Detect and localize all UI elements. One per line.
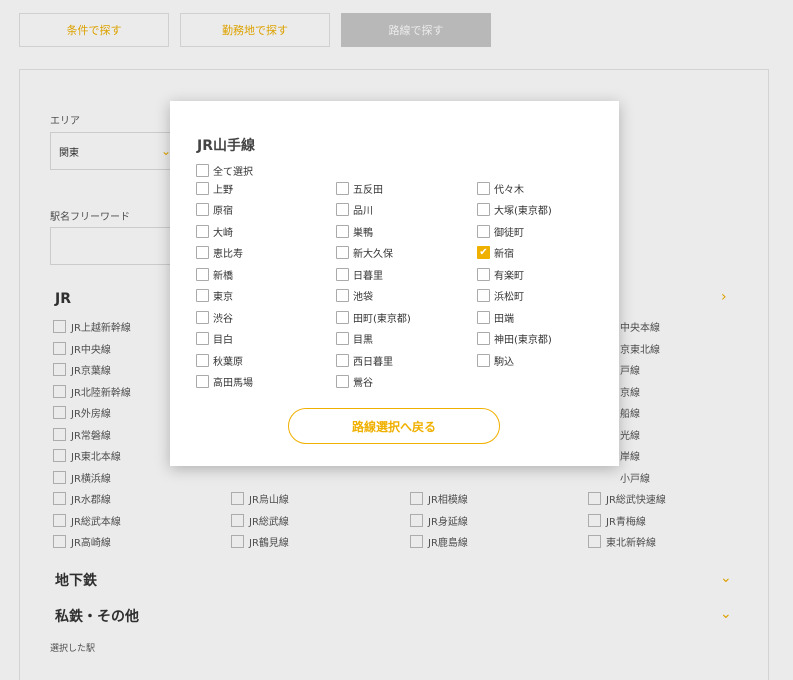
checkbox-icon[interactable] bbox=[477, 203, 490, 216]
station-label: 有楽町 bbox=[494, 270, 524, 282]
back-to-line-select-button[interactable]: 路線選択へ戻る bbox=[288, 408, 500, 444]
station-checkbox[interactable]: 渋谷 bbox=[196, 309, 233, 325]
checkbox-icon[interactable] bbox=[336, 181, 349, 195]
station-label: 目白 bbox=[213, 335, 233, 346]
checkbox-icon[interactable] bbox=[196, 246, 209, 259]
station-label: 西日暮里 bbox=[353, 356, 393, 368]
station-checkbox[interactable]: 田町(東京都) bbox=[336, 309, 411, 325]
checkbox-icon[interactable] bbox=[477, 267, 490, 281]
checkbox-icon[interactable] bbox=[336, 267, 349, 281]
station-checkbox[interactable]: 西日暮里 bbox=[336, 352, 393, 368]
station-checkbox[interactable]: 新大久保 bbox=[336, 245, 393, 261]
station-checkbox[interactable]: 東京 bbox=[196, 288, 233, 304]
station-checkbox[interactable]: 日暮里 bbox=[336, 266, 383, 282]
station-checkbox[interactable]: 目黒 bbox=[336, 331, 373, 347]
station-label: 巣鴨 bbox=[353, 227, 373, 239]
checkbox-icon[interactable] bbox=[477, 224, 490, 238]
station-label: 田端 bbox=[494, 313, 514, 325]
station-checkbox[interactable]: 品川 bbox=[336, 202, 373, 218]
station-label: 大塚(東京都) bbox=[494, 206, 552, 217]
station-checkbox[interactable]: 御徒町 bbox=[477, 223, 524, 239]
select-all-checkbox[interactable]: 全て選択 bbox=[196, 162, 253, 178]
station-checkbox[interactable]: 五反田 bbox=[336, 180, 383, 196]
checkbox-icon[interactable] bbox=[336, 246, 349, 259]
checkbox-icon[interactable] bbox=[336, 310, 349, 324]
checkbox-icon[interactable] bbox=[196, 267, 209, 281]
station-checkbox[interactable]: 浜松町 bbox=[477, 288, 524, 304]
checkbox-icon[interactable] bbox=[336, 332, 349, 345]
station-checkbox[interactable]: 大崎 bbox=[196, 223, 233, 239]
station-checkbox[interactable]: 田端 bbox=[477, 309, 514, 325]
station-checkbox[interactable]: 恵比寿 bbox=[196, 245, 243, 261]
checkbox-icon[interactable] bbox=[477, 353, 490, 367]
checkbox-icon[interactable] bbox=[477, 332, 490, 345]
station-label: 上野 bbox=[213, 184, 233, 196]
station-label: 代々木 bbox=[494, 184, 524, 196]
station-checkbox[interactable]: 駒込 bbox=[477, 352, 514, 368]
station-label: 池袋 bbox=[353, 292, 373, 303]
checkbox-icon[interactable] bbox=[196, 332, 209, 345]
checkbox-icon[interactable] bbox=[196, 203, 209, 216]
station-checkbox[interactable]: 大塚(東京都) bbox=[477, 202, 552, 218]
station-checkbox[interactable]: 代々木 bbox=[477, 180, 524, 196]
station-label: 原宿 bbox=[213, 206, 233, 217]
station-label: 渋谷 bbox=[213, 313, 233, 325]
station-label: 恵比寿 bbox=[213, 249, 243, 260]
checkbox-icon[interactable] bbox=[336, 224, 349, 238]
checkbox-icon[interactable] bbox=[477, 289, 490, 302]
station-checkbox[interactable]: 神田(東京都) bbox=[477, 331, 552, 347]
station-label: 駒込 bbox=[494, 356, 514, 368]
checkbox-icon[interactable] bbox=[196, 375, 209, 388]
station-label: 大崎 bbox=[213, 227, 233, 239]
station-checkbox[interactable]: 高田馬場 bbox=[196, 374, 253, 390]
station-checkbox[interactable]: 原宿 bbox=[196, 202, 233, 218]
station-label: 鶯谷 bbox=[353, 378, 373, 389]
station-checkbox[interactable]: 池袋 bbox=[336, 288, 373, 304]
station-label: 御徒町 bbox=[494, 227, 524, 239]
station-checkbox[interactable]: 有楽町 bbox=[477, 266, 524, 282]
checkbox-icon[interactable] bbox=[196, 181, 209, 195]
checkbox-icon[interactable] bbox=[196, 310, 209, 324]
checkbox-icon[interactable] bbox=[477, 310, 490, 324]
checkbox-icon[interactable]: ✔ bbox=[477, 246, 490, 259]
station-label: 秋葉原 bbox=[213, 356, 243, 368]
station-label: 新宿 bbox=[494, 249, 514, 260]
station-label: 新大久保 bbox=[353, 249, 393, 260]
station-checkbox[interactable]: ✔ 新宿 bbox=[477, 245, 514, 261]
checkbox-icon[interactable] bbox=[336, 289, 349, 302]
checkbox-icon[interactable] bbox=[196, 224, 209, 238]
checkbox-icon[interactable] bbox=[477, 181, 490, 195]
station-checkbox[interactable]: 秋葉原 bbox=[196, 352, 243, 368]
station-label: 浜松町 bbox=[494, 292, 524, 303]
station-label: 目黒 bbox=[353, 335, 373, 346]
station-label: 日暮里 bbox=[353, 270, 383, 282]
station-label: 東京 bbox=[213, 292, 233, 303]
station-checkbox[interactable]: 目白 bbox=[196, 331, 233, 347]
station-select-modal: JR山手線 全て選択 上野 五反田 代々木原宿 品川 大塚(東京都) 大崎 巣鴨 御徒町恵比寿… bbox=[170, 101, 619, 466]
station-checkbox[interactable]: 新橋 bbox=[196, 266, 233, 282]
station-checkbox[interactable]: 巣鴨 bbox=[336, 223, 373, 239]
station-label: 新橋 bbox=[213, 270, 233, 282]
checkbox-icon[interactable] bbox=[336, 203, 349, 216]
station-label: 品川 bbox=[353, 206, 373, 217]
checkbox-icon[interactable] bbox=[336, 375, 349, 388]
station-label: 田町(東京都) bbox=[353, 313, 411, 325]
checkbox-icon[interactable] bbox=[336, 353, 349, 367]
modal-title: JR山手線 bbox=[197, 138, 255, 154]
station-label: 高田馬場 bbox=[213, 378, 253, 389]
station-label: 五反田 bbox=[353, 184, 383, 196]
checkbox-icon[interactable] bbox=[196, 353, 209, 367]
station-checkbox[interactable]: 鶯谷 bbox=[336, 374, 373, 390]
station-label: 神田(東京都) bbox=[494, 335, 552, 346]
station-checkbox[interactable]: 上野 bbox=[196, 180, 233, 196]
checkbox-icon[interactable] bbox=[196, 289, 209, 302]
